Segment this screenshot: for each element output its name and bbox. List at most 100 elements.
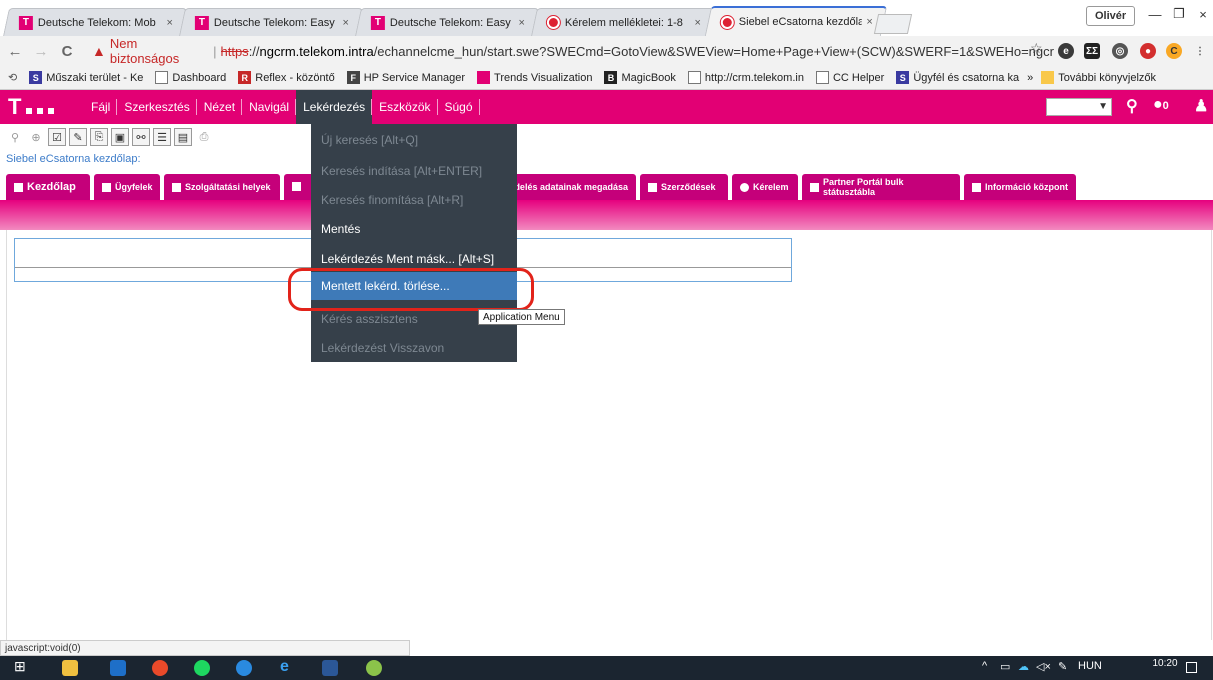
- tab-home[interactable]: Kezdőlap: [6, 174, 90, 200]
- browser-tab[interactable]: T Deutsche Telekom: Easy ×: [355, 8, 539, 36]
- checklist-icon[interactable]: ☑: [48, 128, 66, 146]
- siebel-icon: S: [896, 71, 910, 84]
- bookmark-star-icon[interactable]: ☆: [1030, 40, 1043, 57]
- menu-kebab-icon[interactable]: ⋮: [1192, 43, 1208, 59]
- word-icon[interactable]: [322, 660, 338, 676]
- tab-info-center[interactable]: Információ központ: [964, 174, 1076, 200]
- skype-icon[interactable]: [236, 660, 252, 676]
- tab-customers[interactable]: Ügyfelek: [94, 174, 160, 200]
- extension-icon[interactable]: C: [1166, 43, 1182, 59]
- tab-icon: [972, 182, 981, 192]
- paste-icon[interactable]: ▣: [111, 128, 129, 146]
- tab-request[interactable]: Kérelem: [732, 174, 798, 200]
- siebel-icon: S: [29, 71, 43, 84]
- url-text[interactable]: https://ngcrm.telekom.intra/echannelcme_…: [221, 44, 1055, 59]
- menu-help[interactable]: Súgó: [438, 90, 480, 124]
- extension-icon[interactable]: e: [1058, 43, 1074, 59]
- browser-tab[interactable]: T Deutsche Telekom: Easy ×: [179, 8, 363, 36]
- go-icon[interactable]: ⊕: [27, 128, 45, 146]
- restore-icon[interactable]: ❐: [1168, 4, 1190, 24]
- user-icon[interactable]: ♟: [1194, 96, 1208, 116]
- menu-tools[interactable]: Eszközök: [372, 90, 438, 124]
- bookmark-item[interactable]: CC Helper: [815, 71, 884, 84]
- menu-item-new-query[interactable]: Új keresés [Alt+Q]: [311, 126, 517, 154]
- spotify-icon[interactable]: [194, 660, 210, 676]
- pen-icon[interactable]: ✎: [1058, 660, 1067, 673]
- network-icon[interactable]: ▭: [1000, 660, 1010, 673]
- menu-item-refine-query[interactable]: Keresés finomítása [Alt+R]: [311, 186, 517, 214]
- tab-service-locations[interactable]: Szolgáltatási helyek: [164, 174, 280, 200]
- extension-icon[interactable]: ●: [1140, 43, 1156, 59]
- bookmark-item[interactable]: S Műszaki terület - Ke: [29, 71, 143, 84]
- back-icon[interactable]: ←: [4, 43, 26, 60]
- page-icon: [155, 71, 169, 84]
- menu-file[interactable]: Fájl: [84, 90, 118, 124]
- copy-icon[interactable]: ⎘: [90, 128, 108, 146]
- explorer-icon[interactable]: [62, 660, 78, 676]
- browser-tab[interactable]: T Deutsche Telekom: Mob ×: [3, 8, 187, 36]
- close-icon[interactable]: ×: [518, 17, 524, 29]
- app-header: T Fájl Szerkesztés Nézet Navigál Lekérde…: [0, 90, 1213, 124]
- reload-icon[interactable]: C: [56, 43, 78, 60]
- search-icon[interactable]: ⚲: [1126, 96, 1138, 116]
- browser-tab[interactable]: Kérelem mellékletei: 1-8 ×: [531, 8, 715, 36]
- internet-explorer-icon[interactable]: e: [280, 658, 296, 675]
- history-icon[interactable]: ⟲: [8, 71, 17, 84]
- address-bar[interactable]: ▲ Nem biztonságos | https://ngcrm.teleko…: [92, 36, 1055, 66]
- bookmark-item[interactable]: S Ügyfél és csatorna ka: [896, 71, 1019, 84]
- close-icon[interactable]: ×: [694, 17, 700, 29]
- bookmark-item[interactable]: F HP Service Manager: [346, 71, 465, 84]
- other-bookmarks[interactable]: További könyvjelzők: [1041, 71, 1156, 84]
- close-icon[interactable]: ×: [866, 16, 872, 28]
- tab-partner-portal[interactable]: Partner Portál bulk státusztábla: [802, 174, 960, 200]
- volume-icon[interactable]: ◁×: [1036, 660, 1051, 673]
- more-bookmarks-icon[interactable]: »: [1027, 72, 1033, 84]
- tab-label: Ügyfelek: [115, 182, 153, 192]
- clipboard-icon[interactable]: ▤: [174, 128, 192, 146]
- new-tab-button[interactable]: [873, 14, 913, 34]
- breadcrumb[interactable]: Siebel eCsatorna kezdőlap:: [6, 153, 141, 165]
- notification-icon[interactable]: ●0: [1153, 96, 1169, 114]
- extension-icon[interactable]: ◎: [1112, 43, 1128, 59]
- menu-item-undo-query[interactable]: Lekérdezést Visszavon: [311, 334, 517, 362]
- link-icon[interactable]: ⚯: [132, 128, 150, 146]
- chrome-icon[interactable]: [152, 660, 168, 676]
- query-icon[interactable]: ⚲: [6, 128, 24, 146]
- close-window-icon[interactable]: ×: [1192, 4, 1213, 24]
- language-indicator[interactable]: HUN: [1078, 660, 1102, 672]
- tab-title: Deutsche Telekom: Easy: [389, 16, 511, 29]
- bookmark-item[interactable]: R Reflex - közöntő: [238, 71, 335, 84]
- bookmark-item[interactable]: Dashboard: [155, 71, 226, 84]
- tray-chevron-icon[interactable]: ^: [982, 660, 987, 672]
- minimize-icon[interactable]: —: [1144, 4, 1166, 24]
- header-dropdown[interactable]: ▼: [1046, 98, 1112, 116]
- menu-navigate[interactable]: Navigál: [242, 90, 297, 124]
- notifications-icon[interactable]: [1186, 662, 1197, 673]
- bookmark-item[interactable]: B MagicBook: [604, 71, 676, 84]
- windows-start-icon[interactable]: ⊞: [14, 658, 30, 674]
- menu-item-execute-query[interactable]: Keresés indítása [Alt+ENTER]: [311, 157, 517, 185]
- close-icon[interactable]: ×: [166, 17, 172, 29]
- outlook-icon[interactable]: [110, 660, 126, 676]
- menu-edit[interactable]: Szerkesztés: [117, 90, 198, 124]
- profile-button[interactable]: Olivér: [1086, 6, 1136, 26]
- menu-view[interactable]: Nézet: [197, 90, 243, 124]
- tab-icon: [810, 182, 819, 192]
- bookmark-item[interactable]: Trends Visualization: [477, 71, 592, 84]
- new-record-icon[interactable]: ✎: [69, 128, 87, 146]
- clock[interactable]: 10:20: [1150, 658, 1180, 669]
- tab-contracts[interactable]: Szerződések: [640, 174, 728, 200]
- forward-icon[interactable]: →: [30, 43, 52, 60]
- print-icon[interactable]: ⎙: [195, 128, 213, 146]
- oracle-icon: [719, 14, 735, 30]
- list-icon[interactable]: ☰: [153, 128, 171, 146]
- extension-icon[interactable]: ΣΣ: [1084, 43, 1100, 59]
- cloud-icon[interactable]: ☁: [1018, 660, 1029, 673]
- security-label[interactable]: Nem biztonságos: [110, 36, 209, 66]
- menu-query[interactable]: Lekérdezés: [296, 90, 373, 124]
- menu-item-save[interactable]: Mentés: [311, 215, 517, 243]
- close-icon[interactable]: ×: [342, 17, 348, 29]
- paint-icon[interactable]: [366, 660, 382, 676]
- bookmark-item[interactable]: http://crm.telekom.in: [687, 71, 804, 84]
- browser-tab-active[interactable]: Siebel eCsatorna kezdőla ×: [704, 6, 888, 36]
